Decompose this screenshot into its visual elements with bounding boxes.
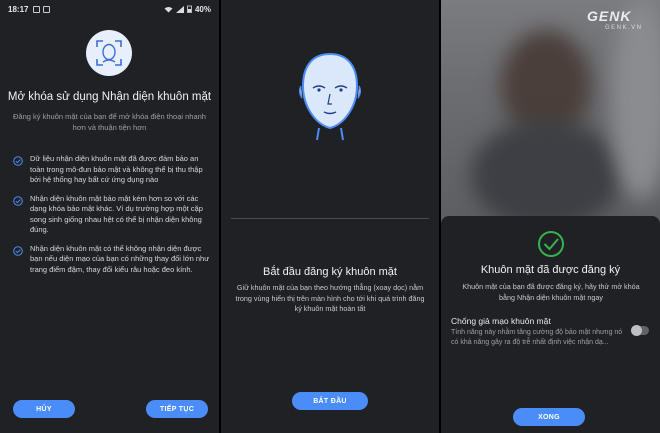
list-item: Nhận diện khuôn mặt bảo mật kém hơn so v…: [12, 194, 212, 236]
success-check-icon: [538, 231, 564, 257]
result-sheet: Khuôn mặt đã được đăng ký Khuôn mặt của …: [441, 216, 660, 433]
signal-icon: [175, 5, 184, 13]
face-scan-icon: [96, 40, 122, 66]
battery-level: 40%: [194, 4, 211, 14]
face-outline-icon: [298, 52, 362, 141]
intro-description: Đăng ký khuôn mặt của bạn để mở khóa điệ…: [13, 112, 206, 132]
status-bar: 18:17 40%: [0, 0, 219, 18]
start-button[interactable]: BẮT ĐẦU: [292, 392, 368, 410]
list-item: Dữ liệu nhận diện khuôn mặt đã được đảm …: [12, 154, 212, 186]
continue-button[interactable]: TIẾP TỤC: [146, 400, 208, 418]
status-time: 18:17: [8, 4, 29, 14]
wifi-icon: [164, 6, 173, 12]
face-unlock-intro-screen: 18:17 40% Mở khóa sử dụng Nhận diện khuô…: [0, 0, 219, 433]
toggle-knob: [631, 325, 642, 336]
done-title: Khuôn mặt đã được đăng ký: [480, 264, 621, 276]
check-circle-icon: [13, 245, 23, 256]
list-item-text: Nhận diện khuôn mặt bảo mật kém hơn so v…: [30, 193, 203, 235]
anti-spoof-toggle[interactable]: [631, 325, 649, 336]
intro-title: Mở khóa sử dụng Nhận diện khuôn mặt: [7, 91, 212, 103]
list-item: Nhận diện khuôn mặt có thể không nhận di…: [12, 244, 212, 276]
check-circle-icon: [13, 156, 23, 166]
enroll-title: Bắt đầu đăng ký khuôn mặt: [263, 266, 397, 278]
screens: 18:17 40% Mở khóa sử dụng Nhận diện khuô…: [0, 0, 660, 433]
check-circle-icon: [13, 195, 23, 206]
watermark-sub: GENK.VN: [605, 25, 643, 31]
face-scan-badge: [86, 30, 132, 76]
info-list: Dữ liệu nhận diện khuôn mặt đã được đảm …: [12, 154, 212, 283]
face-enroll-done-screen: Khuôn mặt đã được đăng ký Khuôn mặt của …: [441, 0, 660, 433]
done-button[interactable]: XONG: [513, 408, 585, 426]
notification-icon: [33, 5, 41, 13]
watermark-logo: GENK: [587, 8, 632, 24]
list-item-text: Nhận diện khuôn mặt có thể không nhận di…: [30, 243, 210, 274]
enroll-description: Giữ khuôn mặt của bạn theo hướng thẳng (…: [235, 283, 425, 313]
list-item-text: Dữ liệu nhận diện khuôn mặt đã được đảm …: [30, 154, 203, 184]
camera-preview: [441, 0, 660, 230]
anti-spoof-description: Tính năng này nhằm tăng cường độ bảo mật…: [451, 329, 623, 346]
face-enroll-start-screen: Bắt đầu đăng ký khuôn mặt Giữ khuôn mặt …: [221, 0, 439, 433]
gallery-icon: [43, 5, 51, 13]
blurred-shoulders: [471, 120, 621, 230]
battery-icon: [187, 5, 192, 13]
anti-spoof-title: Chống giả mạo khuôn mặt: [451, 316, 551, 326]
done-description: Khuôn mặt của bạn đã được đăng ký, hãy t…: [462, 282, 640, 302]
cancel-button[interactable]: HỦY: [13, 400, 75, 418]
divider: [231, 218, 429, 219]
